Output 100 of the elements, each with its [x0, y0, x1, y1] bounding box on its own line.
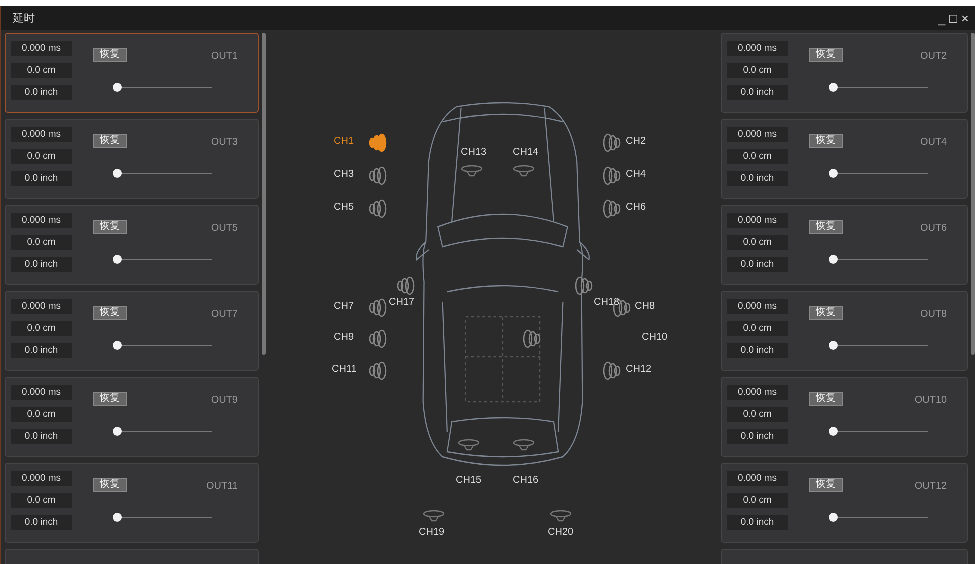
- speaker-icon[interactable]: [575, 276, 593, 296]
- speaker-icon[interactable]: [369, 329, 387, 349]
- restore-button[interactable]: 恢复: [93, 306, 127, 320]
- channel-label[interactable]: CH11: [332, 364, 357, 375]
- inch-field[interactable]: 0.0 inch: [11, 171, 72, 186]
- ms-field[interactable]: 0.000 ms: [727, 471, 788, 486]
- cm-field[interactable]: 0.0 cm: [727, 407, 788, 422]
- slider-thumb[interactable]: [113, 255, 122, 264]
- channel-label[interactable]: CH13: [461, 147, 487, 158]
- window-control[interactable]: ×: [961, 12, 969, 24]
- slider-thumb[interactable]: [113, 83, 122, 92]
- channel-label[interactable]: CH18: [594, 297, 620, 308]
- restore-button[interactable]: 恢复: [93, 392, 127, 406]
- cm-field[interactable]: 0.0 cm: [11, 63, 72, 78]
- cm-field[interactable]: 0.0 cm: [727, 235, 788, 250]
- restore-button[interactable]: 恢复: [93, 478, 127, 492]
- inch-field[interactable]: 0.0 inch: [11, 429, 72, 444]
- slider-thumb[interactable]: [829, 341, 838, 350]
- channel-label[interactable]: CH8: [635, 301, 656, 312]
- channel-label[interactable]: CH17: [389, 297, 415, 308]
- restore-button[interactable]: 恢复: [93, 134, 127, 148]
- ms-field[interactable]: 0.000 ms: [727, 41, 788, 56]
- inch-field[interactable]: 0.0 inch: [727, 171, 788, 186]
- channel-label[interactable]: CH19: [419, 527, 445, 538]
- ms-field[interactable]: 0.000 ms: [11, 385, 72, 400]
- speaker-icon[interactable]: [369, 298, 387, 318]
- inch-field[interactable]: 0.0 inch: [11, 85, 72, 100]
- slider-thumb[interactable]: [113, 513, 122, 522]
- speaker-icon[interactable]: [603, 199, 621, 219]
- restore-button[interactable]: 恢复: [809, 134, 843, 148]
- speaker-icon[interactable]: [369, 199, 387, 219]
- cm-field[interactable]: 0.0 cm: [11, 407, 72, 422]
- ms-field[interactable]: 0.000 ms: [727, 213, 788, 228]
- scrollbar[interactable]: [971, 33, 975, 355]
- slider-thumb[interactable]: [829, 427, 838, 436]
- slider-thumb[interactable]: [113, 341, 122, 350]
- restore-button[interactable]: 恢复: [809, 306, 843, 320]
- slider-thumb[interactable]: [829, 255, 838, 264]
- ms-field[interactable]: 0.000 ms: [11, 127, 72, 142]
- channel-label[interactable]: CH4: [626, 169, 646, 180]
- channel-label[interactable]: CH3: [334, 169, 354, 180]
- cm-field[interactable]: 0.0 cm: [11, 149, 72, 164]
- channel-label[interactable]: CH14: [513, 147, 539, 158]
- slider-thumb[interactable]: [829, 169, 838, 178]
- slider-thumb[interactable]: [829, 513, 838, 522]
- channel-label[interactable]: CH20: [548, 527, 574, 538]
- channel-label[interactable]: CH16: [513, 475, 539, 486]
- channel-label[interactable]: CH6: [626, 202, 646, 213]
- speaker-icon[interactable]: [369, 166, 387, 186]
- restore-button[interactable]: 恢复: [809, 392, 843, 406]
- inch-field[interactable]: 0.0 inch: [11, 515, 72, 530]
- restore-button[interactable]: 恢复: [93, 220, 127, 234]
- output-label: OUT8: [920, 309, 948, 320]
- ms-field[interactable]: 0.000 ms: [11, 41, 72, 56]
- window-control[interactable]: □: [950, 12, 958, 24]
- inch-field[interactable]: 0.0 inch: [11, 343, 72, 358]
- cm-field[interactable]: 0.0 cm: [11, 493, 72, 508]
- window-control[interactable]: _: [938, 12, 946, 24]
- speaker-icon[interactable]: [603, 133, 621, 153]
- inch-field[interactable]: 0.0 inch: [727, 257, 788, 272]
- restore-button[interactable]: 恢复: [93, 48, 127, 62]
- channel-label[interactable]: CH9: [334, 332, 354, 343]
- cm-field[interactable]: 0.0 cm: [727, 493, 788, 508]
- restore-button[interactable]: 恢复: [809, 220, 843, 234]
- inch-field[interactable]: 0.0 inch: [11, 257, 72, 272]
- inch-field[interactable]: 0.0 inch: [727, 85, 788, 100]
- restore-button[interactable]: 恢复: [809, 48, 843, 62]
- speaker-icon[interactable]: [397, 276, 415, 296]
- ms-field[interactable]: 0.000 ms: [727, 299, 788, 314]
- ms-field[interactable]: 0.000 ms: [11, 213, 72, 228]
- channel-label[interactable]: CH2: [626, 136, 646, 147]
- speaker-icon[interactable]: [603, 166, 621, 186]
- cm-field[interactable]: 0.0 cm: [727, 149, 788, 164]
- slider-thumb[interactable]: [113, 427, 122, 436]
- speaker-icon[interactable]: [369, 361, 387, 381]
- restore-button[interactable]: 恢复: [809, 478, 843, 492]
- channel-label[interactable]: CH15: [456, 475, 482, 486]
- inch-field[interactable]: 0.0 inch: [727, 429, 788, 444]
- channel-label[interactable]: CH12: [626, 364, 652, 375]
- channel-label[interactable]: CH7: [334, 301, 354, 312]
- cm-field[interactable]: 0.0 cm: [727, 321, 788, 336]
- channel-label[interactable]: CH10: [642, 332, 668, 343]
- cm-field[interactable]: 0.0 cm: [727, 63, 788, 78]
- speaker-icon[interactable]: [369, 133, 387, 153]
- channel-label[interactable]: CH5: [334, 202, 354, 213]
- inch-field[interactable]: 0.0 inch: [727, 515, 788, 530]
- speaker-icon[interactable]: [523, 329, 541, 349]
- slider-thumb[interactable]: [113, 169, 122, 178]
- inch-field[interactable]: 0.0 inch: [727, 343, 788, 358]
- ms-field[interactable]: 0.000 ms: [11, 471, 72, 486]
- slider-thumb[interactable]: [829, 83, 838, 92]
- cm-field[interactable]: 0.0 cm: [11, 235, 72, 250]
- ms-field[interactable]: 0.000 ms: [727, 385, 788, 400]
- cm-field[interactable]: 0.0 cm: [11, 321, 72, 336]
- channel-label[interactable]: CH1: [334, 136, 354, 147]
- ms-field[interactable]: 0.000 ms: [727, 127, 788, 142]
- scrollbar[interactable]: [262, 33, 266, 355]
- ms-field[interactable]: 0.000 ms: [11, 299, 72, 314]
- speaker-icon[interactable]: [603, 361, 621, 381]
- output-label: OUT2: [920, 51, 948, 62]
